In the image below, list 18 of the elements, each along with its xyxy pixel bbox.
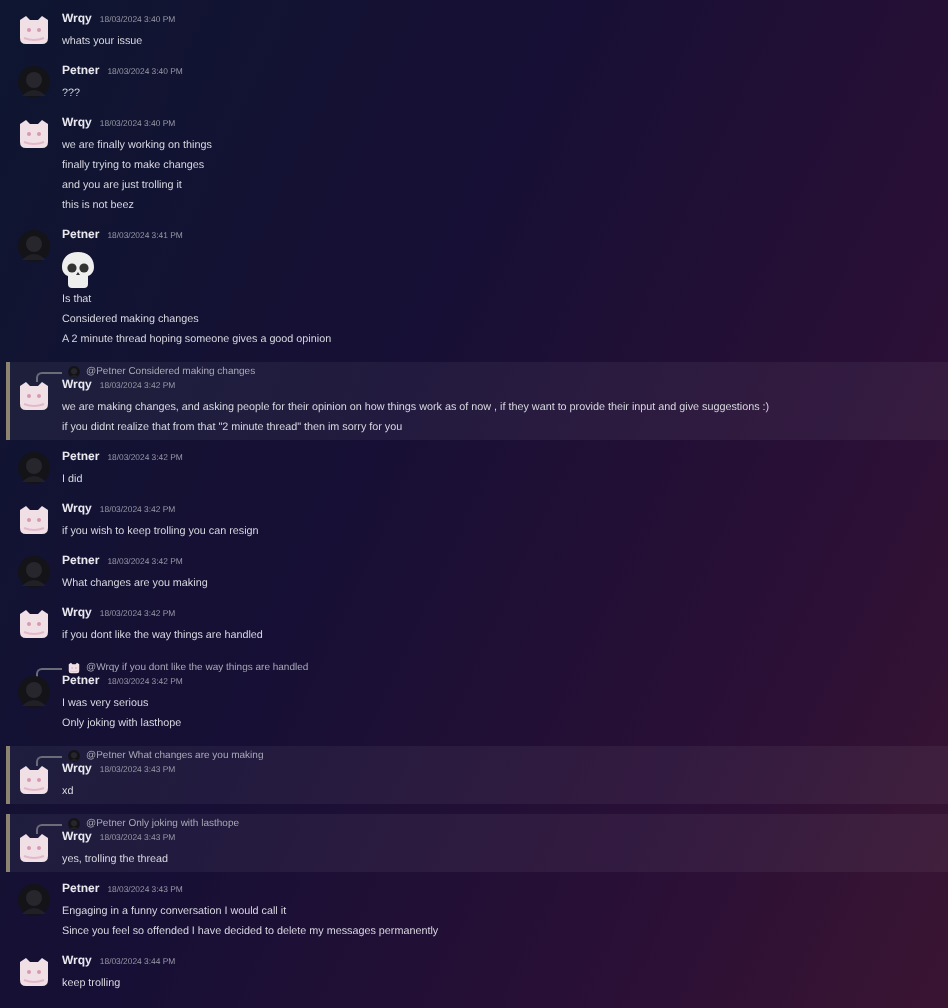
user-avatar [18,14,50,46]
reply-avatar [68,818,80,830]
user-avatar [18,676,50,708]
user-avatar [18,230,50,262]
user-avatar [18,118,50,150]
reply-avatar [68,750,80,762]
reply-avatar [68,366,80,378]
user-avatar [18,452,50,484]
user-avatar [18,764,50,796]
user-avatar [18,504,50,536]
user-avatar [18,956,50,988]
user-avatar [18,66,50,98]
reply-avatar [68,662,80,674]
user-avatar [18,884,50,916]
user-avatar [18,556,50,588]
user-avatar [18,380,50,412]
user-avatar [18,832,50,864]
user-avatar [18,608,50,640]
